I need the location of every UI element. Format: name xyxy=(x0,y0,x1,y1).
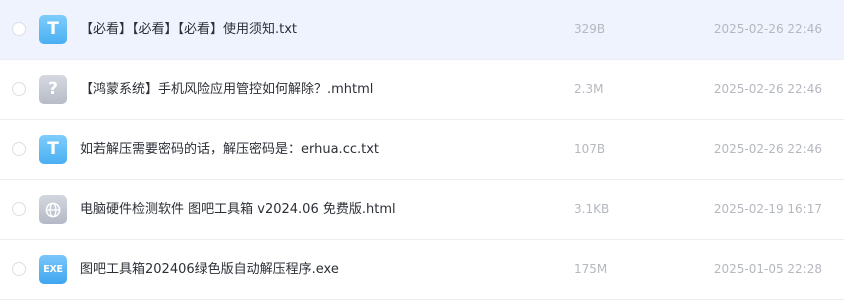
file-name[interactable]: 电脑硬件检测软件 图吧工具箱 v2024.06 免费版.html xyxy=(80,180,396,239)
file-row[interactable]: T 【必看】【必看】【必看】使用须知.txt 329B 2025-02-26 2… xyxy=(0,0,844,60)
file-date: 2025-02-19 16:17 xyxy=(713,202,822,216)
unknown-file-icon: ? xyxy=(39,75,67,104)
row-select-radio[interactable] xyxy=(12,202,26,216)
row-select-radio[interactable] xyxy=(12,262,26,276)
file-size: 2.3M xyxy=(574,82,604,96)
txt-file-icon: T xyxy=(39,15,67,44)
file-name[interactable]: 图吧工具箱202406绿色版自动解压程序.exe xyxy=(80,240,339,299)
icon-glyph: T xyxy=(47,19,59,39)
file-row[interactable]: T 如若解压需要密码的话，解压密码是：erhua.cc.txt 107B 202… xyxy=(0,120,844,180)
file-row[interactable]: 电脑硬件检测软件 图吧工具箱 v2024.06 免费版.html 3.1KB 2… xyxy=(0,180,844,240)
txt-file-icon: T xyxy=(39,135,67,164)
file-name[interactable]: 【鸿蒙系统】手机风险应用管控如何解除？.mhtml xyxy=(80,60,373,119)
file-date: 2025-02-26 22:46 xyxy=(713,142,822,156)
file-size: 175M xyxy=(574,262,608,276)
icon-glyph: T xyxy=(47,139,59,159)
row-select-radio[interactable] xyxy=(12,22,26,36)
globe-icon xyxy=(45,202,61,217)
html-globe-icon xyxy=(39,195,67,224)
file-size: 3.1KB xyxy=(574,202,610,216)
file-date: 2025-01-05 22:28 xyxy=(713,262,822,276)
file-list: T 【必看】【必看】【必看】使用须知.txt 329B 2025-02-26 2… xyxy=(0,0,844,300)
row-select-radio[interactable] xyxy=(12,142,26,156)
file-date: 2025-02-26 22:46 xyxy=(713,82,822,96)
file-row[interactable]: EXE 图吧工具箱202406绿色版自动解压程序.exe 175M 2025-0… xyxy=(0,240,844,300)
icon-glyph: EXE xyxy=(43,263,63,275)
file-date: 2025-02-26 22:46 xyxy=(713,22,822,36)
file-name[interactable]: 【必看】【必看】【必看】使用须知.txt xyxy=(80,0,297,59)
file-size: 107B xyxy=(574,142,606,156)
row-select-radio[interactable] xyxy=(12,82,26,96)
exe-file-icon: EXE xyxy=(39,255,67,284)
file-size: 329B xyxy=(574,22,606,36)
icon-glyph: ? xyxy=(48,79,58,99)
file-row[interactable]: ? 【鸿蒙系统】手机风险应用管控如何解除？.mhtml 2.3M 2025-02… xyxy=(0,60,844,120)
file-name[interactable]: 如若解压需要密码的话，解压密码是：erhua.cc.txt xyxy=(80,120,379,179)
